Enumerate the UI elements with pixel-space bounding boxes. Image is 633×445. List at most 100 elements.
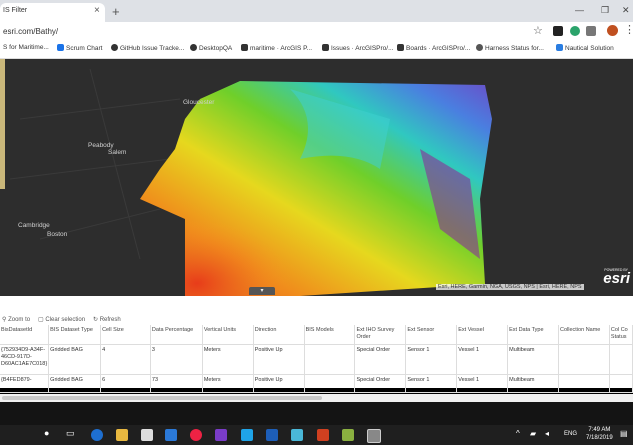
column-header[interactable]: Col Co Status	[609, 325, 633, 345]
table-cell: Special Order	[354, 374, 407, 393]
column-header[interactable]: Ext Vessel	[456, 325, 509, 345]
table-cell	[609, 344, 633, 375]
app-icon[interactable]	[291, 429, 303, 441]
chrome-icon[interactable]	[190, 429, 202, 441]
arcgis-pro-icon[interactable]	[367, 429, 381, 443]
column-header[interactable]: Cell Size	[100, 325, 151, 345]
task-view-icon[interactable]: ▭	[66, 428, 75, 439]
mail-icon[interactable]	[165, 429, 177, 441]
bookmark-item[interactable]: S for Maritime...	[3, 44, 49, 51]
table-cell: Positive Up	[253, 374, 305, 393]
table-cell: Vessel 1	[456, 344, 509, 375]
table-cell: Meters	[202, 344, 254, 375]
network-icon[interactable]: ▰	[530, 429, 536, 438]
table-cell: Meters	[202, 374, 254, 393]
address-bar[interactable]: esri.com/Bathy/	[3, 27, 58, 36]
map-view[interactable]: Gloucester Peabody Salem Cambridge Bosto…	[0, 59, 633, 296]
app-green-icon[interactable]	[342, 429, 354, 441]
column-header[interactable]: BIS Dataset Type	[48, 325, 102, 345]
table-cell: Gridded BAG	[48, 374, 102, 393]
bookmark-star-icon[interactable]: ☆	[533, 24, 543, 37]
close-window-icon[interactable]: ✕	[622, 5, 630, 16]
column-header[interactable]: BisDatasetId	[0, 325, 50, 345]
bookmark-item[interactable]: GitHub Issue Tracke...	[111, 44, 184, 52]
extension-z-icon[interactable]	[553, 26, 563, 36]
table-cell: 3	[150, 344, 203, 375]
table-row[interactable]: {B4FED879- Gridded BAG 6 73 Meters Posit…	[0, 374, 633, 393]
extension-green-icon[interactable]	[570, 26, 580, 36]
road-line	[9, 68, 181, 260]
table-cell: Multibeam	[507, 374, 560, 393]
bookmark-item[interactable]: Scrum Chart	[57, 44, 102, 52]
bathymetry-surface	[0, 59, 492, 296]
table-cell: Sensor 1	[405, 374, 458, 393]
microphone-icon[interactable]: ●	[44, 428, 49, 438]
zoom-to-button[interactable]: ⚲ Zoom to	[2, 316, 30, 323]
table-cell: Special Order	[354, 344, 407, 375]
bookmark-item[interactable]: Harness Status for...	[476, 44, 544, 52]
language-indicator[interactable]: ENG	[564, 431, 577, 437]
skype-icon[interactable]	[241, 429, 253, 441]
minimize-icon[interactable]: —	[575, 5, 584, 15]
clock-time: 7:49 AM	[588, 427, 611, 433]
notifications-icon[interactable]: ▤	[620, 429, 628, 438]
table-cell	[558, 344, 610, 375]
map-label-city: Salem	[108, 149, 127, 156]
bookmark-item[interactable]: Issues · ArcGISPro/...	[322, 44, 394, 52]
clock-date: 7/18/2019	[586, 435, 613, 441]
table-cell	[304, 344, 356, 375]
browser-menu-icon[interactable]: ⋮	[624, 23, 633, 36]
map-attribution[interactable]: Esri, HERE, Garmin, NGA, USGS, NPS | Esr…	[436, 284, 584, 290]
refresh-button[interactable]: ↻ Refresh	[93, 316, 121, 323]
column-header[interactable]: Ext Sensor	[405, 325, 458, 345]
table-cell: Gridded BAG	[48, 344, 102, 375]
lower-dark-area	[0, 402, 633, 425]
column-header[interactable]: Collection Name	[558, 325, 610, 345]
visual-studio-icon[interactable]	[215, 429, 227, 441]
profile-avatar[interactable]	[607, 25, 618, 36]
volume-icon[interactable]: ◂	[545, 429, 549, 438]
map-label-city: Gloucester	[183, 99, 215, 106]
clear-selection-button[interactable]: ▢ Clear selection	[38, 316, 85, 323]
bookmark-item[interactable]: Boards · ArcGISPro/...	[397, 44, 470, 52]
maximize-icon[interactable]: ❐	[601, 5, 609, 16]
table-cell: Sensor 1	[405, 344, 458, 375]
tray-chevron-icon[interactable]: ^	[516, 429, 520, 438]
column-header[interactable]: Ext Data Type	[507, 325, 560, 345]
table-cell: Multibeam	[507, 344, 560, 375]
column-header[interactable]: Vertical Units	[202, 325, 254, 345]
store-icon[interactable]	[141, 429, 153, 441]
bookmark-item[interactable]: Nautical Solution	[556, 44, 614, 52]
table-header-row: BisDatasetId BIS Dataset Type Cell Size …	[0, 325, 633, 345]
table-cell	[558, 374, 610, 393]
table-cell: Vessel 1	[456, 374, 509, 393]
column-header[interactable]: BIS Models	[304, 325, 356, 345]
column-header[interactable]: Ext IHO Survey Order	[354, 325, 407, 345]
map-label-city: Cambridge	[18, 222, 50, 229]
tab-title: IS Filter	[3, 7, 28, 14]
table-cell: {B4FED879-	[0, 374, 50, 393]
table-cell: 73	[150, 374, 203, 393]
powerpoint-icon[interactable]	[317, 429, 329, 441]
table-cell	[609, 374, 633, 393]
column-header[interactable]: Direction	[253, 325, 305, 345]
bookmark-item[interactable]: DesktopQA	[190, 44, 232, 52]
map-label-city: Boston	[47, 231, 68, 238]
extension-gray-icon[interactable]	[586, 26, 596, 36]
new-tab-icon[interactable]: +	[112, 4, 120, 19]
bookmark-item[interactable]: maritime · ArcGIS P...	[241, 44, 312, 52]
table-cell: Positive Up	[253, 344, 305, 375]
clock[interactable]: 7:49 AM 7/18/2019	[586, 426, 613, 442]
outlook-icon[interactable]	[266, 429, 278, 441]
table-row[interactable]: {752934D9-A34F-46CD-917D-D60AC1AE7C018} …	[0, 344, 633, 375]
file-explorer-icon[interactable]	[116, 429, 128, 441]
scrollbar-thumb[interactable]	[2, 396, 322, 400]
column-header[interactable]: Data Percentage	[150, 325, 203, 345]
map-label-city: Peabody	[88, 142, 114, 149]
table-cell	[304, 374, 356, 393]
refresh-icon: ↻	[93, 317, 100, 323]
edge-icon[interactable]	[91, 429, 103, 441]
esri-logo: esri	[603, 270, 630, 287]
collapse-table-button[interactable]: ▾	[249, 287, 275, 295]
tab-close-icon[interactable]: ×	[94, 5, 100, 16]
